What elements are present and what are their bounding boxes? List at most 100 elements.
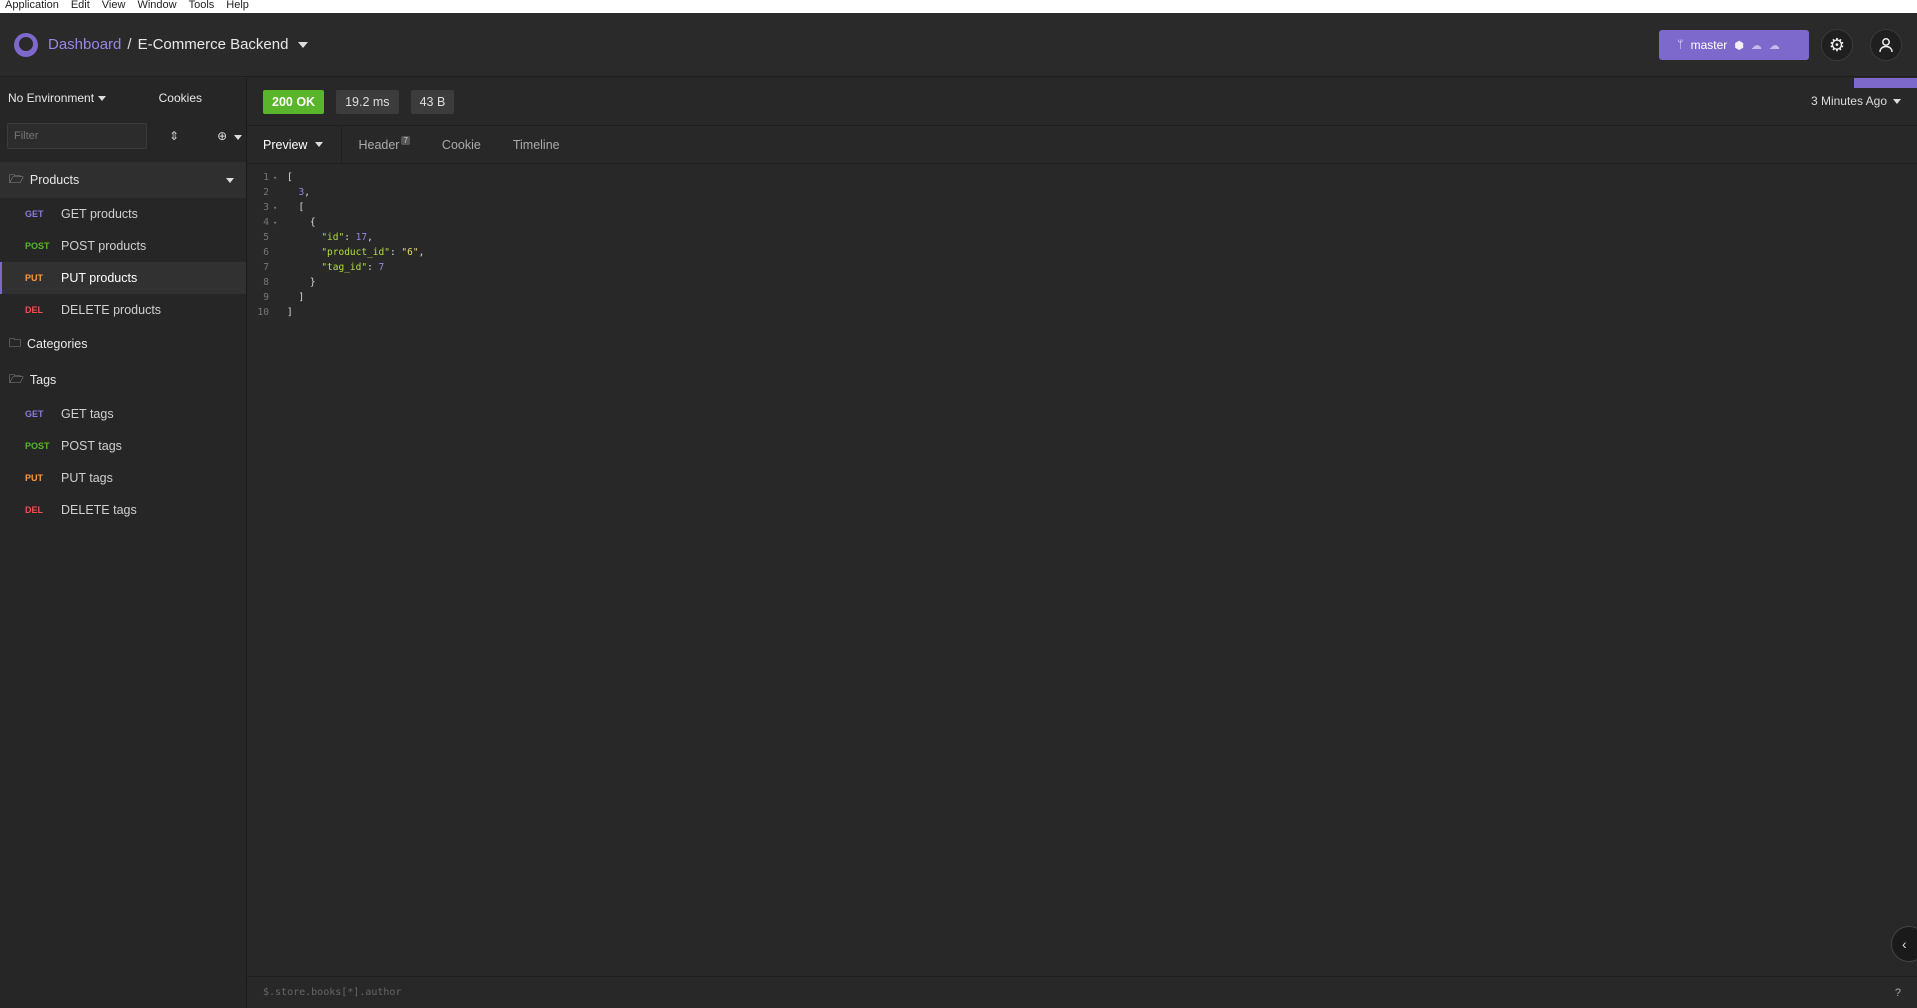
method-badge: PUT [25,273,43,283]
menu-view[interactable]: View [102,0,126,13]
sort-icon[interactable]: ⇕ [169,129,179,143]
response-status-row: 200 OK 19.2 ms 43 B 3 Minutes Ago [247,78,1917,126]
request-label: DELETE products [61,303,162,317]
line-number: 2 [263,187,269,198]
help-icon[interactable]: ? [1895,987,1901,999]
cloud-push-icon[interactable]: ☁ [1769,39,1780,52]
menu-edit[interactable]: Edit [71,0,90,13]
request-put-products[interactable]: PUT PUT products [0,262,246,294]
response-pane: 200 OK 19.2 ms 43 B 3 Minutes Ago Previe… [247,78,1917,1008]
tab-preview[interactable]: Preview [247,126,343,163]
environment-row: No Environment Cookies [0,78,246,118]
environment-dropdown[interactable]: No Environment [8,91,94,105]
breadcrumb-separator: / [127,36,132,53]
dashboard-link[interactable]: Dashboard [48,36,121,53]
code-text: "product_id": "6", [321,247,425,258]
line-number: 4 [263,217,269,228]
user-account-icon[interactable] [1870,29,1902,61]
sidebar: No Environment Cookies ⇕ ⊕ 🗁 Products GE… [0,78,247,1008]
code-text: } [287,277,316,288]
request-label: DELETE tags [61,503,137,517]
chevron-down-icon [315,142,324,147]
add-request-icon[interactable]: ⊕ [217,129,243,143]
settings-gear-icon[interactable]: ⚙ [1821,29,1853,61]
request-get-products[interactable]: GET GET products [0,198,246,230]
code-text: ] [287,307,293,318]
method-badge: GET [25,209,44,219]
tab-header[interactable]: Header 7 [342,126,425,163]
menu-tools[interactable]: Tools [189,0,215,13]
request-label: GET tags [61,407,114,421]
code-text: { [287,217,316,228]
code-line: 6 "product_id": "6", [247,245,1917,260]
folder-closed-icon: 🗀 [9,335,22,350]
request-label: PUT tags [61,471,113,485]
method-badge: DEL [25,305,43,315]
breadcrumb: Dashboard / E-Commerce Backend [48,36,309,53]
cloud-pull-icon[interactable]: ☁ [1751,39,1762,52]
insomnia-logo-icon[interactable] [14,32,38,57]
response-history-dropdown[interactable]: 3 Minutes Ago [1811,94,1901,108]
code-line: 9 ] [247,290,1917,305]
response-size-badge: 43 B [410,89,455,114]
fold-toggle-icon[interactable]: ▾ [273,219,281,227]
menu-help[interactable]: Help [226,0,249,13]
chevron-down-icon[interactable] [98,95,107,101]
line-number: 9 [263,292,269,303]
menu-window[interactable]: Window [137,0,176,13]
menu-bar: Application Edit View Window Tools Help [0,0,1917,13]
tab-cookie[interactable]: Cookie [426,126,497,163]
filter-input[interactable] [7,123,147,149]
folder-label: Tags [29,373,57,387]
code-text: "id": 17, [321,232,373,243]
folder-tags[interactable]: 🗁 Tags [0,362,246,398]
response-body-viewer[interactable]: 1 ▾[2 3, 3 ▾ [4 ▾ {5 "id": 17, 6 "product_id"… [247,164,1917,320]
request-label: POST products [61,239,147,253]
folder-open-icon: 🗁 [9,371,24,386]
folder-categories[interactable]: 🗀 Categories [0,326,246,362]
fold-toggle-icon[interactable]: ▾ [273,204,281,212]
accent-strip [1854,78,1917,88]
line-number: 8 [263,277,269,288]
method-badge: POST [25,441,50,451]
code-text: [ [287,202,305,213]
chevron-down-icon [1893,98,1901,104]
fold-toggle-icon[interactable]: ▾ [273,174,281,182]
cookies-button[interactable]: Cookies [159,91,202,105]
code-text: "tag_id": 7 [321,262,385,273]
request-post-tags[interactable]: POST POST tags [0,430,246,462]
code-text: ] [287,292,305,303]
tab-preview-label: Preview [263,137,308,152]
code-line: 1 ▾ [ [247,170,1917,185]
branch-button[interactable]: ᛘ master ⬢ ☁ ☁ [1659,30,1809,60]
tab-timeline[interactable]: Timeline [497,126,576,163]
response-tabs: Preview Header 7 Cookie Timeline [247,126,1917,164]
method-badge: POST [25,241,50,251]
chevron-down-icon[interactable] [226,177,234,183]
folder-products[interactable]: 🗁 Products [0,162,246,198]
status-badge: 200 OK [263,89,325,114]
code-line: 3 ▾ [ [247,200,1917,215]
code-line: 10] [247,305,1917,320]
request-put-tags[interactable]: PUT PUT tags [0,462,246,494]
request-label: POST tags [61,439,122,453]
project-name-dropdown[interactable]: E-Commerce Backend [138,36,289,53]
request-post-products[interactable]: POST POST products [0,230,246,262]
request-get-tags[interactable]: GET GET tags [0,398,246,430]
collapse-panel-icon[interactable]: ‹ [1891,926,1917,962]
request-delete-tags[interactable]: DEL DELETE tags [0,494,246,526]
tab-header-label: Header [358,137,400,152]
folder-open-icon: 🗁 [9,171,24,186]
code-text: 3, [298,187,310,198]
chevron-down-icon[interactable] [298,41,309,48]
menu-application[interactable]: Application [5,0,59,13]
line-number: 1 [263,172,269,183]
request-delete-products[interactable]: DEL DELETE products [0,294,246,326]
line-number: 10 [257,307,269,318]
line-number: 7 [263,262,269,273]
branch-name: master [1690,38,1728,52]
response-filter-input[interactable]: $.store.books[*].author [263,987,401,998]
tab-cookie-label: Cookie [441,137,481,152]
tab-timeline-label: Timeline [512,137,560,152]
folder-label: Products [29,173,80,187]
